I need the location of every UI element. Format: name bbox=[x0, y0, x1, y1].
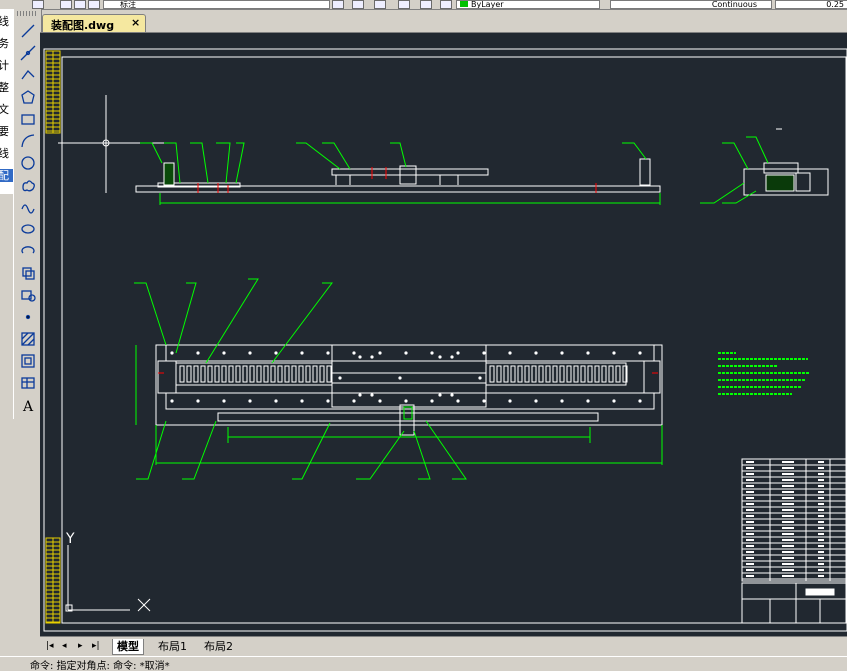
linetype-value: Continuous bbox=[711, 0, 757, 9]
ellipse-icon[interactable] bbox=[18, 219, 37, 238]
make-block-icon[interactable] bbox=[18, 285, 37, 304]
last-layout-button[interactable]: ▸| bbox=[92, 641, 100, 651]
construction-line-icon[interactable] bbox=[18, 43, 37, 62]
close-icon[interactable]: × bbox=[131, 16, 140, 29]
ucs-icon bbox=[65, 545, 151, 612]
elevation-view bbox=[58, 95, 661, 205]
table-icon[interactable] bbox=[18, 373, 37, 392]
side-text: 线 bbox=[0, 15, 9, 28]
insert-block-icon[interactable] bbox=[18, 263, 37, 282]
side-text: 文 bbox=[0, 103, 9, 116]
title-block bbox=[741, 582, 847, 624]
side-text: 配 bbox=[0, 169, 14, 182]
side-text: 务 bbox=[0, 37, 9, 50]
previous-layout-button[interactable]: ◂ bbox=[62, 641, 67, 651]
point-icon[interactable] bbox=[18, 307, 37, 326]
make-current-icon[interactable] bbox=[332, 0, 344, 9]
side-text: 整 bbox=[0, 81, 9, 94]
side-panel: 线 务 计 整 文 要 线 配 bbox=[0, 9, 14, 194]
layer-unisolate-icon[interactable] bbox=[420, 0, 432, 9]
technical-notes bbox=[718, 352, 810, 395]
region-icon[interactable] bbox=[18, 351, 37, 370]
side-view bbox=[700, 128, 829, 204]
first-layout-button[interactable]: |◂ bbox=[46, 641, 54, 651]
tab-layout2[interactable]: 布局2 bbox=[200, 639, 237, 654]
parts-list-table bbox=[741, 458, 847, 582]
drawing-canvas[interactable]: Y bbox=[40, 32, 847, 636]
toolbar-icon[interactable] bbox=[32, 0, 44, 9]
tab-layout1[interactable]: 布局1 bbox=[154, 639, 191, 654]
lineweight-value: 0.25 bbox=[826, 0, 844, 9]
command-line[interactable]: 命令: 指定对角点: 命令: *取消* bbox=[0, 656, 847, 671]
side-text: 计 bbox=[0, 59, 9, 72]
linetype-combo[interactable]: Continuous bbox=[610, 0, 772, 9]
drawing-svg: Y bbox=[43, 48, 847, 632]
color-value: ByLayer bbox=[471, 0, 504, 9]
plan-view bbox=[134, 278, 663, 480]
color-combo[interactable]: ByLayer bbox=[456, 0, 600, 9]
spline-icon[interactable] bbox=[18, 197, 37, 216]
draw-toolbar: A bbox=[13, 9, 42, 419]
circle-icon[interactable] bbox=[18, 153, 37, 172]
lock-icon[interactable] bbox=[88, 0, 100, 9]
svg-text:A: A bbox=[22, 399, 34, 413]
layer-name: 标注 bbox=[120, 0, 136, 9]
properties-toolbar: 标注 ByLayer Continuous 0.25 bbox=[0, 0, 847, 10]
sun-icon[interactable] bbox=[74, 0, 86, 9]
arc-icon[interactable] bbox=[18, 131, 37, 150]
layer-freeze-icon[interactable] bbox=[440, 0, 452, 9]
multiline-text-icon[interactable]: A bbox=[18, 395, 37, 414]
hatch-icon[interactable] bbox=[18, 329, 37, 348]
side-text: 要 bbox=[0, 125, 9, 138]
layer-state-icon[interactable] bbox=[60, 0, 72, 9]
layer-previous-icon[interactable] bbox=[352, 0, 364, 9]
toolbar-grip[interactable] bbox=[17, 11, 37, 16]
rectangle-icon[interactable] bbox=[18, 109, 37, 128]
layer-combo[interactable]: 标注 bbox=[103, 0, 330, 9]
revision-cloud-icon[interactable] bbox=[18, 175, 37, 194]
side-text: 线 bbox=[0, 147, 9, 160]
ucs-y-label: Y bbox=[65, 531, 75, 547]
lineweight-combo[interactable]: 0.25 bbox=[775, 0, 847, 9]
line-icon[interactable] bbox=[18, 21, 37, 40]
tab-model[interactable]: 模型 bbox=[112, 639, 144, 655]
layout-tab-bar: |◂ ◂ ▸ ▸| 模型 布局1 布局2 bbox=[40, 636, 847, 657]
polygon-icon[interactable] bbox=[18, 87, 37, 106]
file-tab[interactable]: 装配图.dwg × bbox=[42, 14, 146, 33]
layer-isolate-icon[interactable] bbox=[398, 0, 410, 9]
file-tab-name: 装配图.dwg bbox=[51, 19, 115, 32]
polyline-icon[interactable] bbox=[18, 65, 37, 84]
next-layout-button[interactable]: ▸ bbox=[78, 641, 83, 651]
match-layer-icon[interactable] bbox=[374, 0, 386, 9]
ellipse-arc-icon[interactable] bbox=[18, 241, 37, 260]
